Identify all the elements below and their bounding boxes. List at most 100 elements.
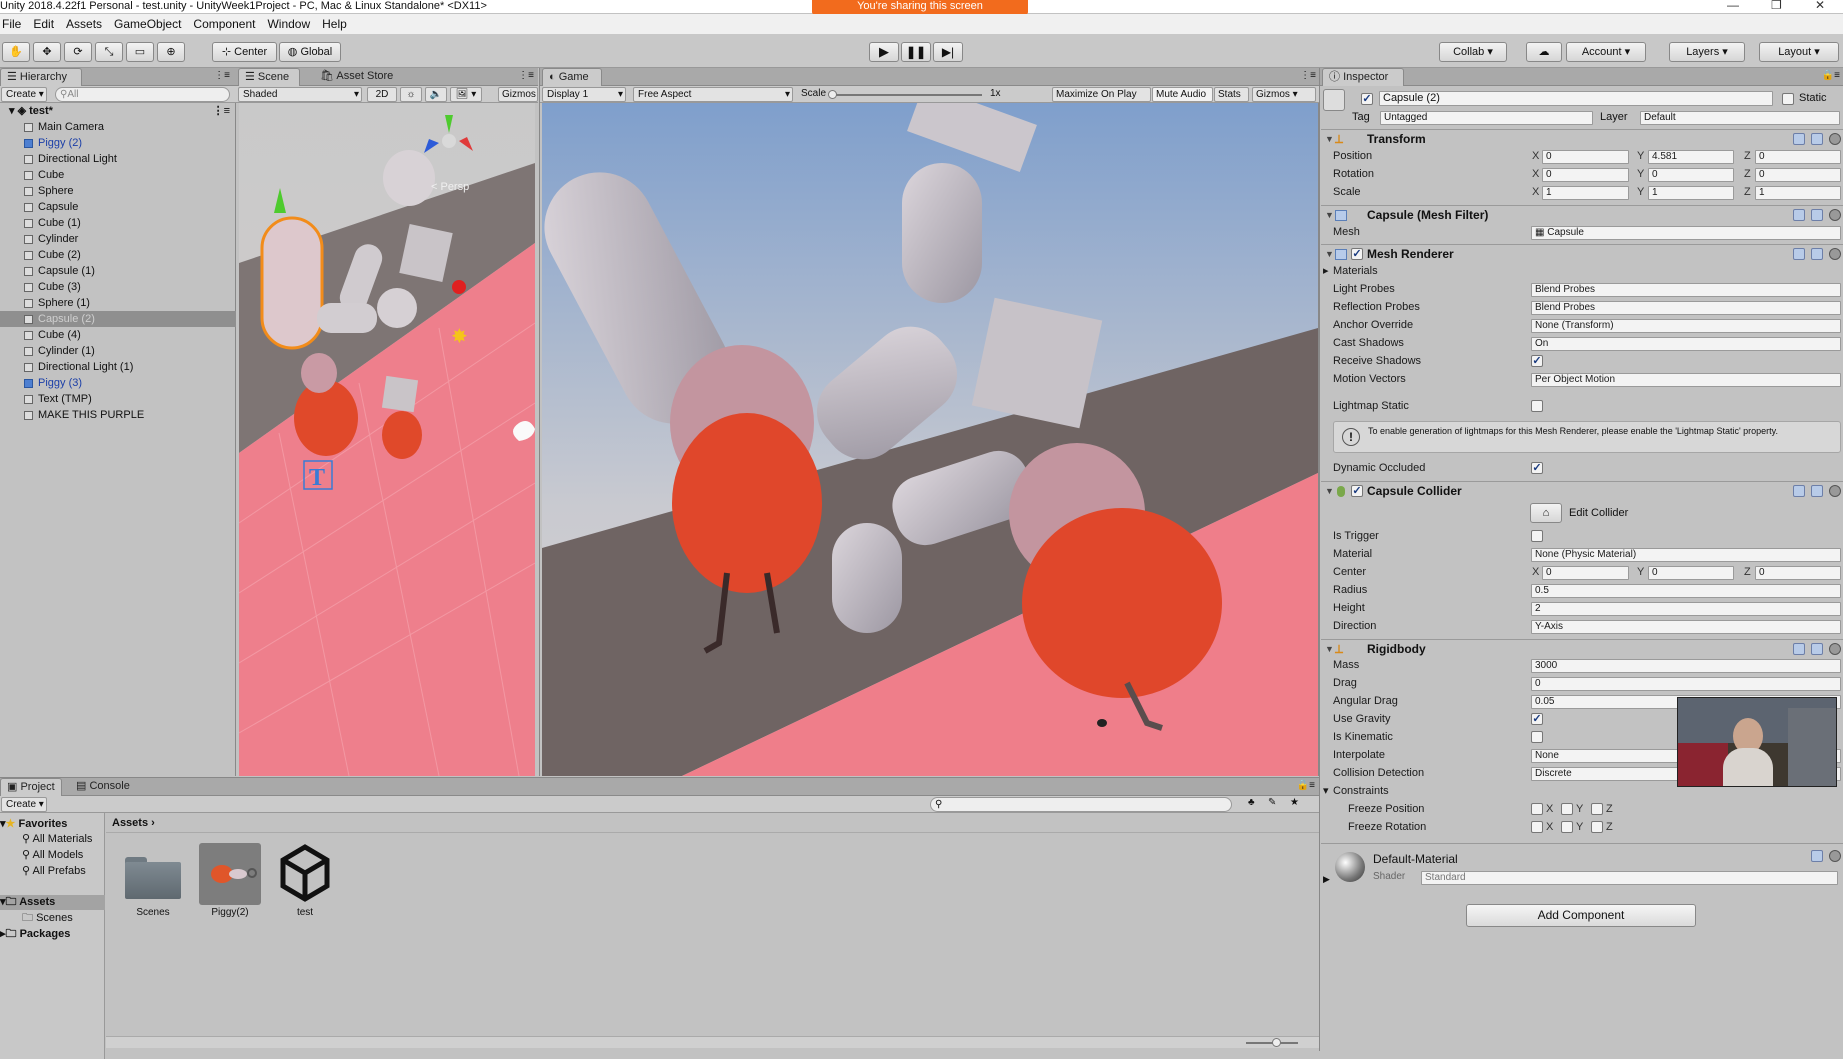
tree-all-materials[interactable]: ⚲ All Materials <box>0 832 105 847</box>
hierarchy-item[interactable]: Sphere (1) <box>0 295 236 311</box>
freeze-rotation-x-checkbox[interactable] <box>1531 821 1543 833</box>
tab-console[interactable]: ▤ Console <box>70 778 136 796</box>
layers-dropdown[interactable]: Layers ▾ <box>1669 42 1745 62</box>
2d-toggle[interactable]: 2D <box>367 87 397 102</box>
mesh-renderer-header[interactable]: ▼ ✓ Mesh Renderer <box>1321 244 1843 263</box>
direction-dropdown[interactable]: Y-Axis <box>1531 620 1841 634</box>
pause-button[interactable]: ❚❚ <box>901 42 931 62</box>
menu-help[interactable]: Help <box>322 17 347 31</box>
hierarchy-item[interactable]: Capsule (2) <box>0 311 236 327</box>
stats-toggle[interactable]: Stats <box>1214 87 1249 102</box>
hierarchy-item[interactable]: Cube (3) <box>0 279 236 295</box>
edit-collider-button[interactable]: ⌂ <box>1530 503 1562 523</box>
hierarchy-item[interactable]: Directional Light (1) <box>0 359 236 375</box>
help-icon[interactable] <box>1793 209 1805 221</box>
project-search-input[interactable]: ⚲ <box>930 797 1232 812</box>
favorite-star-icon[interactable]: ★ <box>1290 797 1299 808</box>
component-header-icons[interactable] <box>1793 209 1841 221</box>
component-header-icons[interactable] <box>1793 485 1841 497</box>
gear-icon[interactable] <box>1829 209 1841 221</box>
use-gravity-checkbox[interactable]: ✓ <box>1531 713 1543 725</box>
mesh-filter-header[interactable]: ▼ Capsule (Mesh Filter) <box>1321 205 1843 224</box>
position-x-input[interactable]: 0 <box>1542 150 1629 164</box>
capsule-collider-enabled-checkbox[interactable]: ✓ <box>1351 485 1363 497</box>
tree-all-prefabs[interactable]: ⚲ All Prefabs <box>0 864 105 879</box>
game-viewport[interactable] <box>542 103 1318 776</box>
position-z-input[interactable]: 0 <box>1755 150 1841 164</box>
receive-shadows-checkbox[interactable]: ✓ <box>1531 355 1543 367</box>
rect-tool-icon[interactable]: ▭ <box>126 42 154 62</box>
tree-assets[interactable]: ▾🗀 Assets <box>0 895 105 910</box>
scene-root-row[interactable]: ▾ ◈ test* ⋮≡ <box>0 103 236 119</box>
pivot-global-button[interactable]: ◍ Global <box>279 42 341 62</box>
menu-component[interactable]: Component <box>193 17 255 31</box>
filter-type-icon[interactable]: ♣ <box>1248 797 1255 808</box>
effects-toggle-icon[interactable]: 🖼 ▾ <box>450 87 482 102</box>
lighting-toggle-icon[interactable]: ☼ <box>400 87 422 102</box>
scene-menu-icon[interactable]: ⋮≡ <box>213 103 230 119</box>
hierarchy-item[interactable]: Directional Light <box>0 151 236 167</box>
tab-asset-store[interactable]: 🛍 Asset Store <box>314 68 399 86</box>
scale-x-input[interactable]: 1 <box>1542 186 1629 200</box>
freeze-rotation-y-checkbox[interactable] <box>1561 821 1573 833</box>
freeze-rotation-z-checkbox[interactable] <box>1591 821 1603 833</box>
preset-icon[interactable] <box>1811 248 1823 260</box>
gear-icon[interactable] <box>1829 133 1841 145</box>
scene-menu-icon[interactable]: ⋮≡ <box>518 70 534 81</box>
step-button[interactable]: ▶| <box>933 42 963 62</box>
gear-icon[interactable] <box>1829 248 1841 260</box>
unity-scene-file-icon[interactable] <box>275 843 335 903</box>
scale-slider[interactable] <box>828 90 982 99</box>
menu-window[interactable]: Window <box>267 17 310 31</box>
help-icon[interactable] <box>1793 133 1805 145</box>
perspective-label[interactable]: < Persp <box>431 181 469 193</box>
icon-size-slider[interactable] <box>1246 1038 1298 1047</box>
help-icon[interactable] <box>1793 248 1805 260</box>
component-header-icons[interactable] <box>1793 133 1841 145</box>
tab-hierarchy[interactable]: ☰ Hierarchy <box>0 68 82 86</box>
hierarchy-item[interactable]: Text (TMP) <box>0 391 236 407</box>
rotate-tool-icon[interactable]: ⟳ <box>64 42 92 62</box>
collab-button[interactable]: Collab ▾ <box>1439 42 1507 62</box>
preset-icon[interactable] <box>1811 133 1823 145</box>
selected-capsule[interactable] <box>260 216 324 350</box>
drag-input[interactable]: 0 <box>1531 677 1841 691</box>
motion-vectors-dropdown[interactable]: Per Object Motion <box>1531 373 1841 387</box>
center-x-input[interactable]: 0 <box>1542 566 1629 580</box>
hierarchy-item[interactable]: Capsule (1) <box>0 263 236 279</box>
mesh-renderer-enabled-checkbox[interactable]: ✓ <box>1351 248 1363 260</box>
hierarchy-create-dropdown[interactable]: Create ▾ <box>1 87 47 102</box>
scene-gizmos-dropdown[interactable]: Gizmos <box>498 87 538 102</box>
object-name-field[interactable]: Capsule (2) <box>1379 91 1773 106</box>
scale-slider-thumb[interactable] <box>828 90 837 99</box>
freeze-position-y-checkbox[interactable] <box>1561 803 1573 815</box>
active-checkbox[interactable]: ✓ <box>1361 93 1373 105</box>
game-menu-icon[interactable]: ⋮≡ <box>1300 70 1316 81</box>
gear-icon[interactable] <box>1829 643 1841 655</box>
transform-tool-icon[interactable]: ⊕ <box>157 42 185 62</box>
mesh-field[interactable]: ▦ Capsule <box>1531 226 1841 240</box>
maximize-icon[interactable]: ❐ <box>1771 0 1782 11</box>
cast-shadows-dropdown[interactable]: On <box>1531 337 1841 351</box>
minimize-icon[interactable]: — <box>1727 0 1739 11</box>
light-probes-dropdown[interactable]: Blend Probes <box>1531 283 1841 297</box>
component-header-icons[interactable] <box>1793 248 1841 260</box>
layout-dropdown[interactable]: Layout ▾ <box>1759 42 1839 62</box>
add-component-button[interactable]: Add Component <box>1466 904 1696 927</box>
tree-scenes[interactable]: 🗀 Scenes <box>0 911 105 926</box>
freeze-position-z-checkbox[interactable] <box>1591 803 1603 815</box>
rotation-x-input[interactable]: 0 <box>1542 168 1629 182</box>
reflection-probes-dropdown[interactable]: Blend Probes <box>1531 301 1841 315</box>
dynamic-occluded-checkbox[interactable]: ✓ <box>1531 462 1543 474</box>
tree-favorites[interactable]: ▾★ Favorites <box>0 817 105 832</box>
material-header-icons[interactable] <box>1811 850 1841 862</box>
lock-icon[interactable]: 🔒≡ <box>1822 70 1840 81</box>
center-z-input[interactable]: 0 <box>1755 566 1841 580</box>
collider-material-field[interactable]: None (Physic Material) <box>1531 548 1841 562</box>
close-icon[interactable]: ✕ <box>1815 0 1825 11</box>
move-tool-icon[interactable]: ✥ <box>33 42 61 62</box>
mass-input[interactable]: 3000 <box>1531 659 1841 673</box>
transform-header[interactable]: ▼ ⟂ Transform <box>1321 129 1843 148</box>
tab-scene[interactable]: ☰ Scene <box>238 68 300 86</box>
pivot-center-button[interactable]: ⊹ Center <box>212 42 277 62</box>
